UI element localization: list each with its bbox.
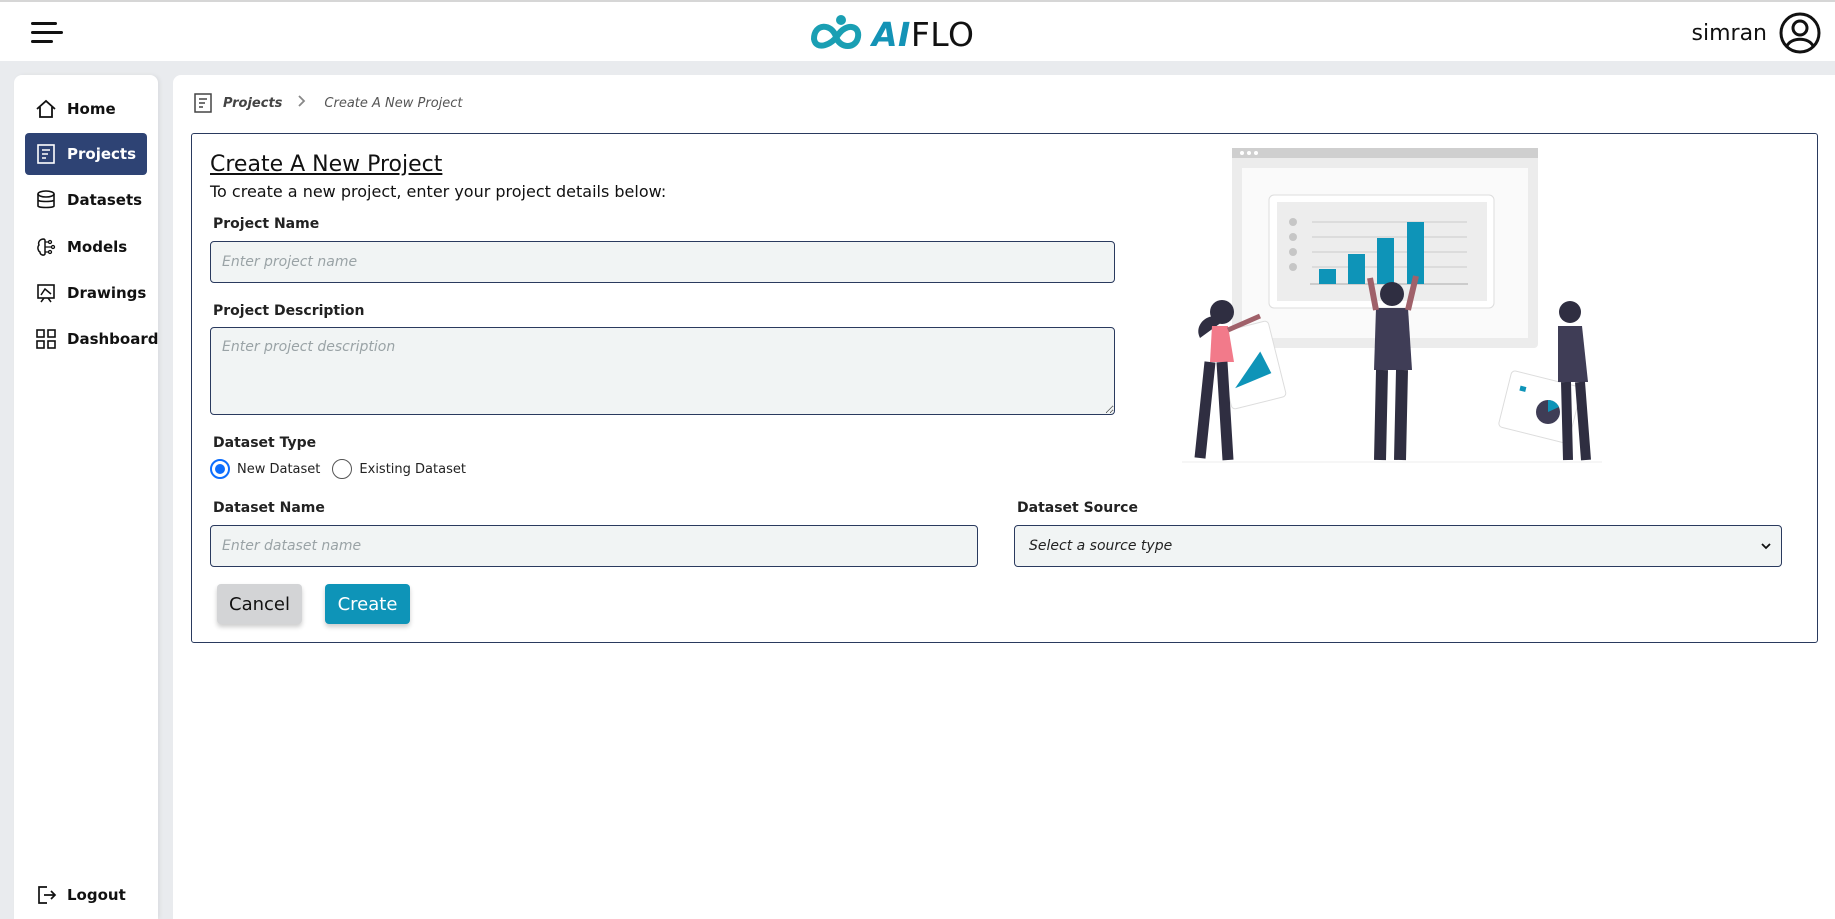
dataset-type-label: Dataset Type	[213, 435, 317, 451]
sidebar-item-label: Projects	[67, 145, 137, 163]
sidebar-item-label: Dashboard	[67, 330, 159, 348]
database-icon	[35, 189, 57, 211]
sidebar-item-label: Home	[67, 100, 116, 118]
username: simran	[1691, 20, 1767, 46]
chevron-right-icon	[298, 95, 306, 111]
create-button[interactable]: Create	[325, 584, 410, 624]
project-name-label: Project Name	[213, 216, 320, 232]
home-icon	[35, 98, 57, 120]
breadcrumb-projects-link[interactable]: Projects	[223, 96, 282, 111]
cancel-button[interactable]: Cancel	[217, 584, 302, 624]
logout-icon	[35, 884, 57, 906]
hamburger-menu-icon[interactable]	[28, 18, 66, 48]
dataset-source-label: Dataset Source	[1017, 500, 1138, 516]
logo-ai-text: AI	[872, 14, 911, 54]
projects-icon	[35, 143, 57, 165]
logo-mark-icon	[810, 15, 862, 49]
drawing-icon	[35, 282, 57, 304]
dashboard-grid-icon	[35, 328, 57, 350]
chevron-down-icon	[1761, 542, 1771, 549]
project-description-textarea[interactable]	[210, 327, 1115, 415]
logout-label: Logout	[67, 886, 126, 904]
page-subtitle: To create a new project, enter your proj…	[210, 182, 667, 201]
new-dataset-radio[interactable]	[210, 459, 230, 479]
app-logo: AIFLO	[808, 12, 975, 56]
sidebar-item-label: Models	[67, 238, 128, 256]
dataset-type-radio-group: New Dataset Existing Dataset	[210, 459, 478, 479]
brain-icon	[35, 236, 57, 258]
project-description-label: Project Description	[213, 303, 365, 319]
existing-dataset-radio[interactable]	[332, 459, 353, 479]
sidebar-item-datasets[interactable]: Datasets	[25, 179, 147, 221]
top-bar: AIFLO simran	[0, 0, 1835, 61]
logo-flo-text: FLO	[910, 14, 975, 54]
dataset-name-label: Dataset Name	[213, 500, 325, 516]
dataset-source-select[interactable]: Select a source type	[1014, 525, 1782, 567]
breadcrumb-current: Create A New Project	[324, 95, 463, 111]
team-chart-illustration	[1182, 148, 1602, 463]
main-content: Projects Create A New Project Create A N…	[173, 75, 1835, 919]
project-name-input[interactable]	[210, 241, 1115, 283]
dataset-name-input[interactable]	[210, 525, 978, 567]
user-menu[interactable]: simran	[1692, 12, 1821, 54]
sidebar: Home Projects Datasets Models Drawings D…	[14, 75, 158, 919]
existing-dataset-label[interactable]: Existing Dataset	[359, 462, 466, 477]
page-title: Create A New Project	[210, 152, 443, 177]
new-dataset-label[interactable]: New Dataset	[237, 462, 320, 477]
sidebar-item-label: Drawings	[67, 284, 147, 302]
sidebar-item-dashboard[interactable]: Dashboard	[25, 318, 158, 360]
sidebar-item-drawings[interactable]: Drawings	[25, 272, 147, 314]
sidebar-item-label: Datasets	[67, 191, 143, 209]
dataset-source-selected: Select a source type	[1029, 538, 1173, 554]
breadcrumb: Projects Create A New Project	[193, 93, 463, 113]
sidebar-item-models[interactable]: Models	[25, 226, 147, 268]
sidebar-item-projects[interactable]: Projects	[25, 133, 147, 175]
projects-icon	[194, 93, 212, 113]
user-avatar-icon[interactable]	[1779, 12, 1821, 54]
sidebar-item-home[interactable]: Home	[25, 88, 147, 130]
create-project-card: Create A New Project To create a new pro…	[191, 133, 1818, 643]
logout-button[interactable]: Logout	[25, 874, 147, 916]
